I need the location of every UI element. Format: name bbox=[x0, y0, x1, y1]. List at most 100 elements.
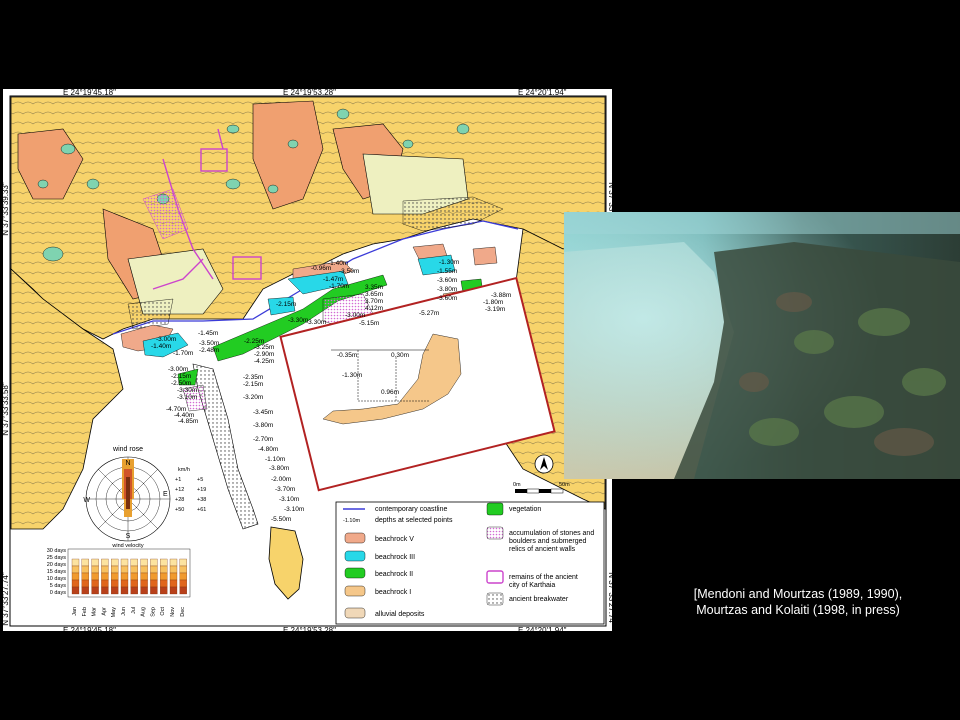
depth-label: -3.25m bbox=[254, 344, 274, 351]
depth-label: -1.40m bbox=[328, 260, 348, 267]
depth-label: -2.48m bbox=[199, 347, 219, 354]
calm-chart-bar-segment bbox=[160, 558, 168, 567]
wind-speed-class: +19 bbox=[197, 487, 206, 493]
calm-chart-bar-segment bbox=[130, 572, 138, 581]
depth-label: -5.27m bbox=[419, 310, 439, 317]
depth-label: -3.60m bbox=[437, 277, 457, 284]
wind-speed-class: +28 bbox=[175, 497, 184, 503]
depth-label: -1.30m bbox=[439, 259, 459, 266]
depth-label: -3.10m bbox=[177, 394, 197, 401]
calm-chart-month: Feb bbox=[82, 607, 88, 616]
legend-label: beachrock I bbox=[375, 589, 411, 596]
depth-label: -4.25m bbox=[254, 358, 274, 365]
legend-swatch bbox=[344, 532, 366, 544]
wind-rose-title: wind rose bbox=[112, 446, 143, 453]
legend-swatch bbox=[486, 502, 504, 516]
coordinate-label-top: E 24°19'45.18" bbox=[63, 89, 116, 97]
depth-label: -2.50m bbox=[171, 380, 191, 387]
calm-chart-tick: 25 days bbox=[47, 555, 67, 561]
calm-chart-bar-segment bbox=[91, 572, 99, 581]
legend-label: ancient breakwater bbox=[509, 596, 569, 603]
wind-direction-label: E bbox=[163, 491, 168, 498]
depth-label: -3.19m bbox=[485, 306, 505, 313]
calm-chart-bar-segment bbox=[130, 586, 138, 595]
calm-chart-tick: 5 days bbox=[50, 583, 66, 589]
calm-chart-bar-segment bbox=[160, 586, 168, 595]
depth-label: -5.50m bbox=[271, 516, 291, 523]
calm-chart-bar-segment bbox=[169, 565, 178, 574]
inset-depth-label: -1.30m bbox=[342, 372, 362, 379]
legend-label: depths at selected points bbox=[375, 517, 453, 524]
wind-speed-class: +5 bbox=[197, 477, 203, 483]
depth-label: 4.12m bbox=[365, 305, 383, 312]
legend-label: beachrock II bbox=[375, 571, 413, 578]
calm-chart-month: Mar bbox=[92, 607, 98, 617]
depth-label: -3.00m bbox=[168, 366, 188, 373]
legend-swatch bbox=[344, 607, 366, 619]
depth-label: -3.30m bbox=[306, 319, 326, 326]
calm-chart-bar-segment bbox=[71, 572, 80, 581]
calm-chart-bar-segment bbox=[81, 558, 89, 567]
calm-chart-tick: 20 days bbox=[47, 562, 67, 568]
depth-label: -4.85m bbox=[178, 418, 198, 425]
calm-chart-bar-segment bbox=[81, 586, 89, 595]
depth-label: -5.15m bbox=[359, 320, 379, 327]
calm-chart-bar-segment bbox=[169, 572, 178, 581]
calm-chart-month: Sep bbox=[150, 607, 156, 617]
map-canvas: E 24°19'45.18" E 24°19'53.28" E 24°20'1.94… bbox=[3, 89, 612, 631]
depth-label: -3.10m bbox=[284, 506, 304, 513]
depth-label: -3.50m bbox=[199, 340, 219, 347]
depth-label: -3.60m bbox=[437, 295, 457, 302]
inset-depth-label: 0.30m bbox=[391, 352, 409, 359]
calm-chart-bar-segment bbox=[81, 579, 89, 588]
depth-label: -3.80m bbox=[437, 286, 457, 293]
calm-chart-bar-segment bbox=[160, 579, 168, 588]
depth-label: -1.47m bbox=[323, 276, 343, 283]
wind-velocity-label: wind velocity bbox=[111, 543, 143, 549]
calm-chart-bar-segment bbox=[130, 579, 138, 588]
wind-speed-class: +50 bbox=[175, 507, 184, 513]
calm-chart-month: Jan bbox=[72, 607, 78, 616]
wind-direction-label: N bbox=[125, 460, 130, 467]
underwater-photo-image bbox=[564, 212, 960, 479]
calm-chart-bar-segment bbox=[179, 565, 187, 574]
calm-chart-bar-segment bbox=[81, 565, 89, 574]
calm-chart-bar-segment bbox=[140, 572, 148, 581]
calm-chart-bar-segment bbox=[91, 565, 99, 574]
calm-chart-tick: 10 days bbox=[47, 576, 67, 582]
depth-label: -1.45m bbox=[198, 330, 218, 337]
depth-label: -3.20m bbox=[243, 394, 263, 401]
wind-speed-class: +38 bbox=[197, 497, 206, 503]
depth-label: -2.15m bbox=[276, 301, 296, 308]
wind-rose bbox=[85, 456, 171, 542]
calm-chart-bar-segment bbox=[150, 558, 158, 567]
coordinate-label-right: N 37°33'27.74" bbox=[607, 572, 612, 626]
north-arrow bbox=[534, 454, 554, 474]
geomorphological-map: E 24°19'45.18" E 24°19'53.28" E 24°20'1.94… bbox=[3, 89, 612, 631]
calm-chart-bar-segment bbox=[111, 572, 119, 581]
coordinate-label-bottom: E 24°19'45.18" bbox=[63, 626, 116, 631]
depth-label: 3.35m bbox=[365, 284, 383, 291]
citation-line-2: Mourtzas and Kolaiti (1998, in press) bbox=[696, 603, 900, 617]
coordinate-label-top: E 24°20'1.94" bbox=[518, 89, 567, 97]
depth-label: -1.40m bbox=[151, 343, 171, 350]
scale-start-label: 0m bbox=[513, 482, 521, 488]
depth-label: -3.45m bbox=[253, 409, 273, 416]
depth-label: -3.70m bbox=[275, 486, 295, 493]
calm-chart-month: Jun bbox=[121, 607, 127, 616]
wind-speed-class: +61 bbox=[197, 507, 206, 513]
depth-label: -2.00m bbox=[271, 476, 291, 483]
coordinate-label-left: N 37°33'39.33" bbox=[3, 182, 10, 236]
wind-speed-class: +12 bbox=[175, 487, 184, 493]
calm-chart-bar-segment bbox=[179, 579, 187, 588]
depth-label: -3.50m bbox=[339, 268, 359, 275]
depth-label: -1.70m bbox=[329, 283, 349, 290]
depth-label: -2.15m bbox=[243, 381, 263, 388]
wind-speed-class: +1 bbox=[175, 477, 181, 483]
calm-chart-bar-segment bbox=[101, 572, 109, 581]
calm-chart-month: Jul bbox=[131, 607, 137, 614]
underwater-photo bbox=[564, 212, 960, 479]
calm-chart-bar-segment bbox=[120, 572, 129, 581]
wind-direction-label: S bbox=[126, 533, 131, 540]
calm-chart-bar-segment bbox=[179, 572, 187, 581]
